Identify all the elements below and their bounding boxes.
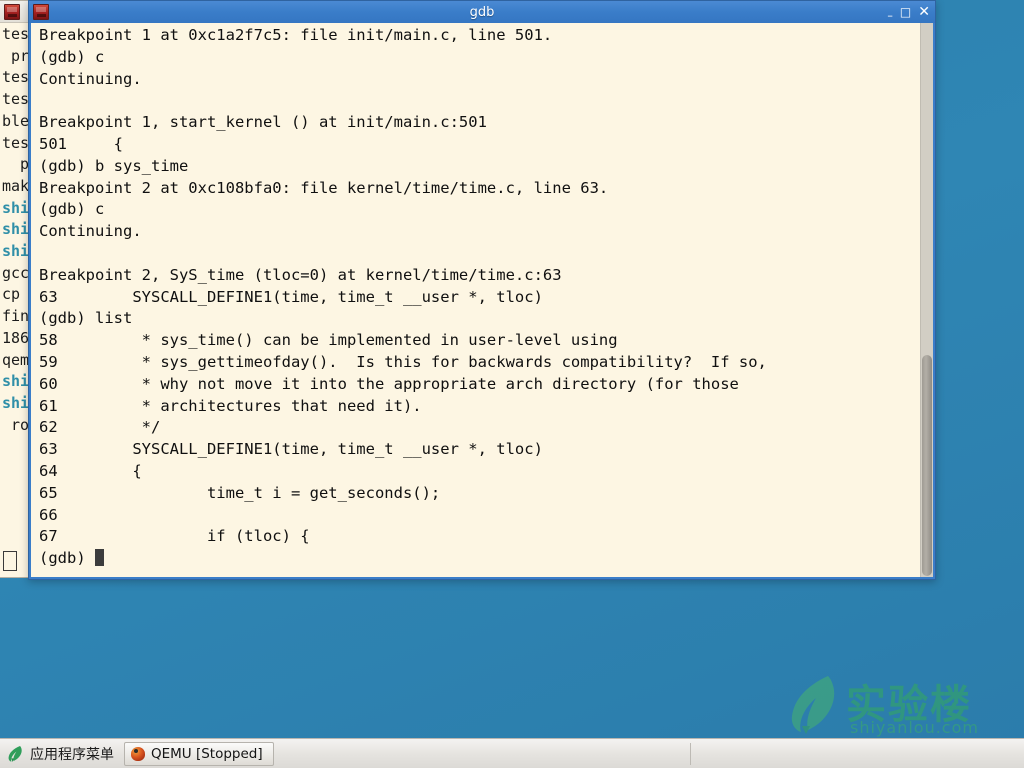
terminal-line: 63 SYSCALL_DEFINE1(time, time_t __user *… xyxy=(39,287,543,306)
leaf-logo-icon xyxy=(791,676,835,734)
scrollbar-thumb[interactable] xyxy=(922,355,932,576)
watermark-brand-url: shiyanlou.com xyxy=(850,718,979,737)
gdb-window[interactable]: gdb – □ ✕ Breakpoint 1 at 0xc1a2f7c5: fi… xyxy=(28,0,936,580)
terminal-line: Continuing. xyxy=(39,222,142,241)
taskbar-separator xyxy=(690,743,691,765)
terminal-line: 61 * architectures that need it). xyxy=(39,396,422,415)
terminal-line: Breakpoint 1, start_kernel () at init/ma… xyxy=(39,113,487,132)
taskbar-item-qemu[interactable]: QEMU [Stopped] xyxy=(124,741,274,766)
terminal-line: 63 SYSCALL_DEFINE1(time, time_t __user *… xyxy=(39,440,543,459)
terminal-line: 58 * sys_time() can be implemented in us… xyxy=(39,331,618,350)
gdb-window-body: Breakpoint 1 at 0xc1a2f7c5: file init/ma… xyxy=(31,23,933,577)
applications-menu-label: 应用程序菜单 xyxy=(30,746,114,763)
gdb-terminal-output[interactable]: Breakpoint 1 at 0xc1a2f7c5: file init/ma… xyxy=(31,23,920,577)
terminal-line: Breakpoint 2 at 0xc108bfa0: file kernel/… xyxy=(39,178,609,197)
leaf-icon xyxy=(8,746,22,762)
terminal-prompt[interactable]: (gdb) xyxy=(39,548,920,570)
terminal-line: 66 xyxy=(39,505,58,524)
applications-menu-button[interactable]: 应用程序菜单 xyxy=(0,740,122,768)
desktop: tes pri tes tes bled tes pr make shiy shiy shiy g… xyxy=(0,0,1024,768)
terminal-line: (gdb) c xyxy=(39,200,105,219)
watermark-brand-cn: 实验楼 xyxy=(846,682,972,728)
terminal-line: (gdb) b sys_time xyxy=(39,156,189,175)
terminal-line: Continuing. xyxy=(39,69,142,88)
window-controls: – □ ✕ xyxy=(887,1,930,23)
qemu-icon xyxy=(131,746,145,761)
terminal-line: 64 { xyxy=(39,461,142,480)
gdb-titlebar[interactable]: gdb – □ ✕ xyxy=(29,1,935,23)
block-outline-cursor xyxy=(3,551,17,571)
terminal-line: Breakpoint 2, SyS_time (tloc=0) at kerne… xyxy=(39,265,562,284)
watermark: 实验楼 shiyanlou.com xyxy=(780,672,1010,742)
terminal-icon xyxy=(33,4,49,20)
terminal-line: (gdb) c xyxy=(39,47,105,66)
terminal-scrollbar[interactable] xyxy=(920,23,933,577)
terminal-line: 59 * sys_gettimeofday(). Is this for bac… xyxy=(39,352,767,371)
terminal-line: Breakpoint 1 at 0xc1a2f7c5: file init/ma… xyxy=(39,26,553,44)
maximize-icon[interactable]: □ xyxy=(900,6,911,18)
prompt-text: (gdb) xyxy=(39,549,95,568)
taskbar: 应用程序菜单 QEMU [Stopped] xyxy=(0,738,1024,768)
terminal-icon xyxy=(4,4,20,20)
terminal-line: 67 if (tloc) { xyxy=(39,527,310,546)
close-icon[interactable]: ✕ xyxy=(918,5,930,19)
terminal-line: 65 time_t i = get_seconds(); xyxy=(39,483,441,502)
taskbar-item-label: QEMU [Stopped] xyxy=(151,745,263,762)
terminal-line: 501 { xyxy=(39,134,123,153)
terminal-line: (gdb) list xyxy=(39,309,133,328)
terminal-line: 60 * why not move it into the appropriat… xyxy=(39,374,739,393)
text-cursor xyxy=(95,549,104,567)
minimize-icon[interactable]: – xyxy=(887,10,893,21)
terminal-line: 62 */ xyxy=(39,418,161,437)
window-title: gdb xyxy=(469,4,495,20)
